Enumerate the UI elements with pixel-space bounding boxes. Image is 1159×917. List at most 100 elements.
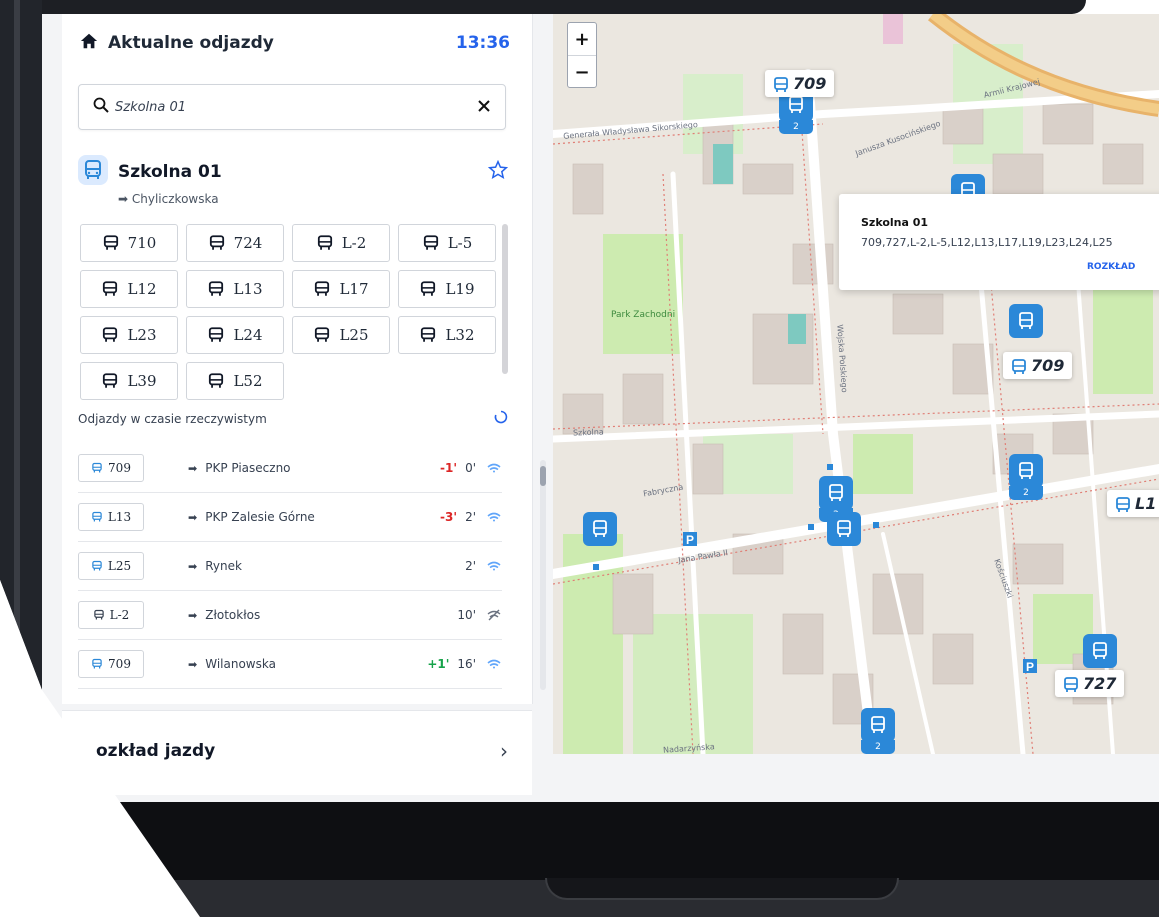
zoom-in-button[interactable]: + <box>568 23 596 56</box>
svg-text:P: P <box>686 533 694 547</box>
timetable-row[interactable]: ozkład jazdy › <box>62 710 532 795</box>
no-realtime-icon <box>487 609 501 621</box>
stop-search[interactable]: Szkolna 01 <box>78 84 506 130</box>
bus-stop-icon <box>78 155 108 189</box>
bus-icon <box>92 462 102 473</box>
realtime-signal-icon <box>487 561 501 571</box>
departure-line-badge: L25 <box>78 552 144 580</box>
line-number: L25 <box>339 326 369 344</box>
departure-minutes: 16' <box>457 657 476 671</box>
departure-destination: Wilanowska <box>205 657 276 671</box>
line-button[interactable]: L25 <box>292 316 390 354</box>
departure-line: L-2 <box>109 608 130 622</box>
bus-icon <box>829 484 843 501</box>
realtime-signal-icon <box>487 463 501 473</box>
realtime-header: Odjazdy w czasie rzeczywistym <box>78 410 508 427</box>
departure-row[interactable]: L13 ➡ PKP Zalesie Górne -3' 2' <box>78 493 502 542</box>
departure-delay: -3' <box>440 510 458 524</box>
line-button[interactable]: L39 <box>80 362 178 400</box>
line-button[interactable]: L24 <box>186 316 284 354</box>
line-number: L17 <box>339 280 369 298</box>
departure-minutes: 0' <box>465 461 476 475</box>
line-button[interactable]: L13 <box>186 270 284 308</box>
favorite-star-icon[interactable] <box>487 159 509 184</box>
lines-scrollbar[interactable] <box>502 224 508 374</box>
bus-icon <box>593 520 607 537</box>
realtime-signal-icon <box>487 512 501 522</box>
bezel-top <box>0 0 1086 14</box>
bus-icon <box>209 281 224 296</box>
realtime-status <box>486 463 502 473</box>
bus-stop-marker[interactable] <box>827 512 861 546</box>
bus-stop-marker[interactable]: 2 <box>861 708 895 754</box>
line-number: L23 <box>127 326 157 344</box>
line-button[interactable]: 710 <box>80 224 178 262</box>
departure-line-badge: L-2 <box>78 601 144 629</box>
bus-icon <box>209 327 224 342</box>
line-button[interactable]: L32 <box>398 316 496 354</box>
line-button[interactable]: 724 <box>186 224 284 262</box>
vehicle-label[interactable]: 709 <box>1003 352 1073 379</box>
bezel-edge <box>14 0 20 700</box>
bus-icon <box>1019 312 1033 329</box>
clear-search-icon[interactable] <box>477 98 491 117</box>
vehicle-label[interactable]: 727 <box>1055 670 1125 697</box>
vehicle-line-number: 709 <box>793 74 827 93</box>
bus-icon <box>103 235 118 250</box>
map[interactable]: P P Armii Krajowej Generała Władysława S… <box>553 14 1159 754</box>
departures-panel: Aktualne odjazdy 13:36 Szkolna 01 Szkoln… <box>62 14 546 704</box>
line-button[interactable]: L17 <box>292 270 390 308</box>
line-button[interactable]: L19 <box>398 270 496 308</box>
bus-icon <box>93 609 104 620</box>
departure-row[interactable]: 709 ➡ Wilanowska +1' 16' <box>78 640 502 689</box>
departure-row[interactable]: L-2 ➡ Złotokłos 10' <box>78 591 502 640</box>
departure-minutes: 2' <box>465 510 476 524</box>
street-label: Szkolna <box>572 427 604 438</box>
realtime-label: Odjazdy w czasie rzeczywistym <box>78 411 267 426</box>
bus-icon <box>92 511 102 522</box>
line-button[interactable]: L23 <box>80 316 178 354</box>
zoom-out-button[interactable]: − <box>568 56 596 88</box>
bus-stop-marker[interactable] <box>1083 634 1117 668</box>
vehicle-line-number: L1 <box>1135 494 1157 513</box>
bus-icon <box>92 658 102 669</box>
line-button[interactable]: L12 <box>80 270 178 308</box>
direction-arrow-icon: ➡ <box>188 510 198 524</box>
popup-title: Szkolna 01 <box>861 216 929 229</box>
line-button[interactable]: L-2 <box>292 224 390 262</box>
departure-line: L25 <box>107 559 132 573</box>
bus-vehicle-icon <box>1116 496 1130 512</box>
laptop-notch <box>545 878 899 900</box>
departure-row[interactable]: 709 ➡ PKP Piaseczno -1' 0' <box>78 444 502 493</box>
selected-bus-stop-marker[interactable] <box>1009 304 1043 338</box>
line-number: L-5 <box>447 234 473 252</box>
bus-icon <box>103 281 118 296</box>
stop-name: Szkolna 01 <box>118 162 222 182</box>
bus-stop-marker[interactable]: 2 <box>819 476 853 522</box>
departures-scrollbar[interactable] <box>540 460 546 690</box>
realtime-status <box>486 561 502 571</box>
departure-line: 709 <box>108 461 131 475</box>
departure-delay: +1' <box>427 657 450 671</box>
bus-icon <box>315 281 330 296</box>
line-button[interactable]: L52 <box>186 362 284 400</box>
bus-stop-marker[interactable]: 2 <box>1009 454 1043 500</box>
park-label: Park Zachodni <box>611 310 676 320</box>
departure-line-badge: 709 <box>78 650 144 678</box>
svg-text:P: P <box>1026 660 1034 674</box>
bus-stop-marker[interactable] <box>583 512 617 546</box>
vehicle-label[interactable]: 709 <box>765 70 835 97</box>
refresh-icon[interactable] <box>494 410 508 427</box>
vehicle-label[interactable]: L1 <box>1107 490 1159 517</box>
search-input[interactable]: Szkolna 01 <box>115 100 186 115</box>
timetable-label: ozkład jazdy <box>96 741 216 761</box>
departure-row[interactable]: L25 ➡ Rynek 2' <box>78 542 502 591</box>
popup-timetable-link[interactable]: ROZKŁAD <box>1087 262 1135 272</box>
search-left: Szkolna 01 <box>93 97 186 117</box>
line-button[interactable]: L-5 <box>398 224 496 262</box>
line-number: L39 <box>127 372 157 390</box>
departures-scroll-thumb[interactable] <box>540 466 546 486</box>
marker-count: 2 <box>861 740 895 754</box>
home-icon[interactable] <box>80 32 98 54</box>
app-screen: Aktualne odjazdy 13:36 Szkolna 01 Szkoln… <box>42 14 1159 802</box>
